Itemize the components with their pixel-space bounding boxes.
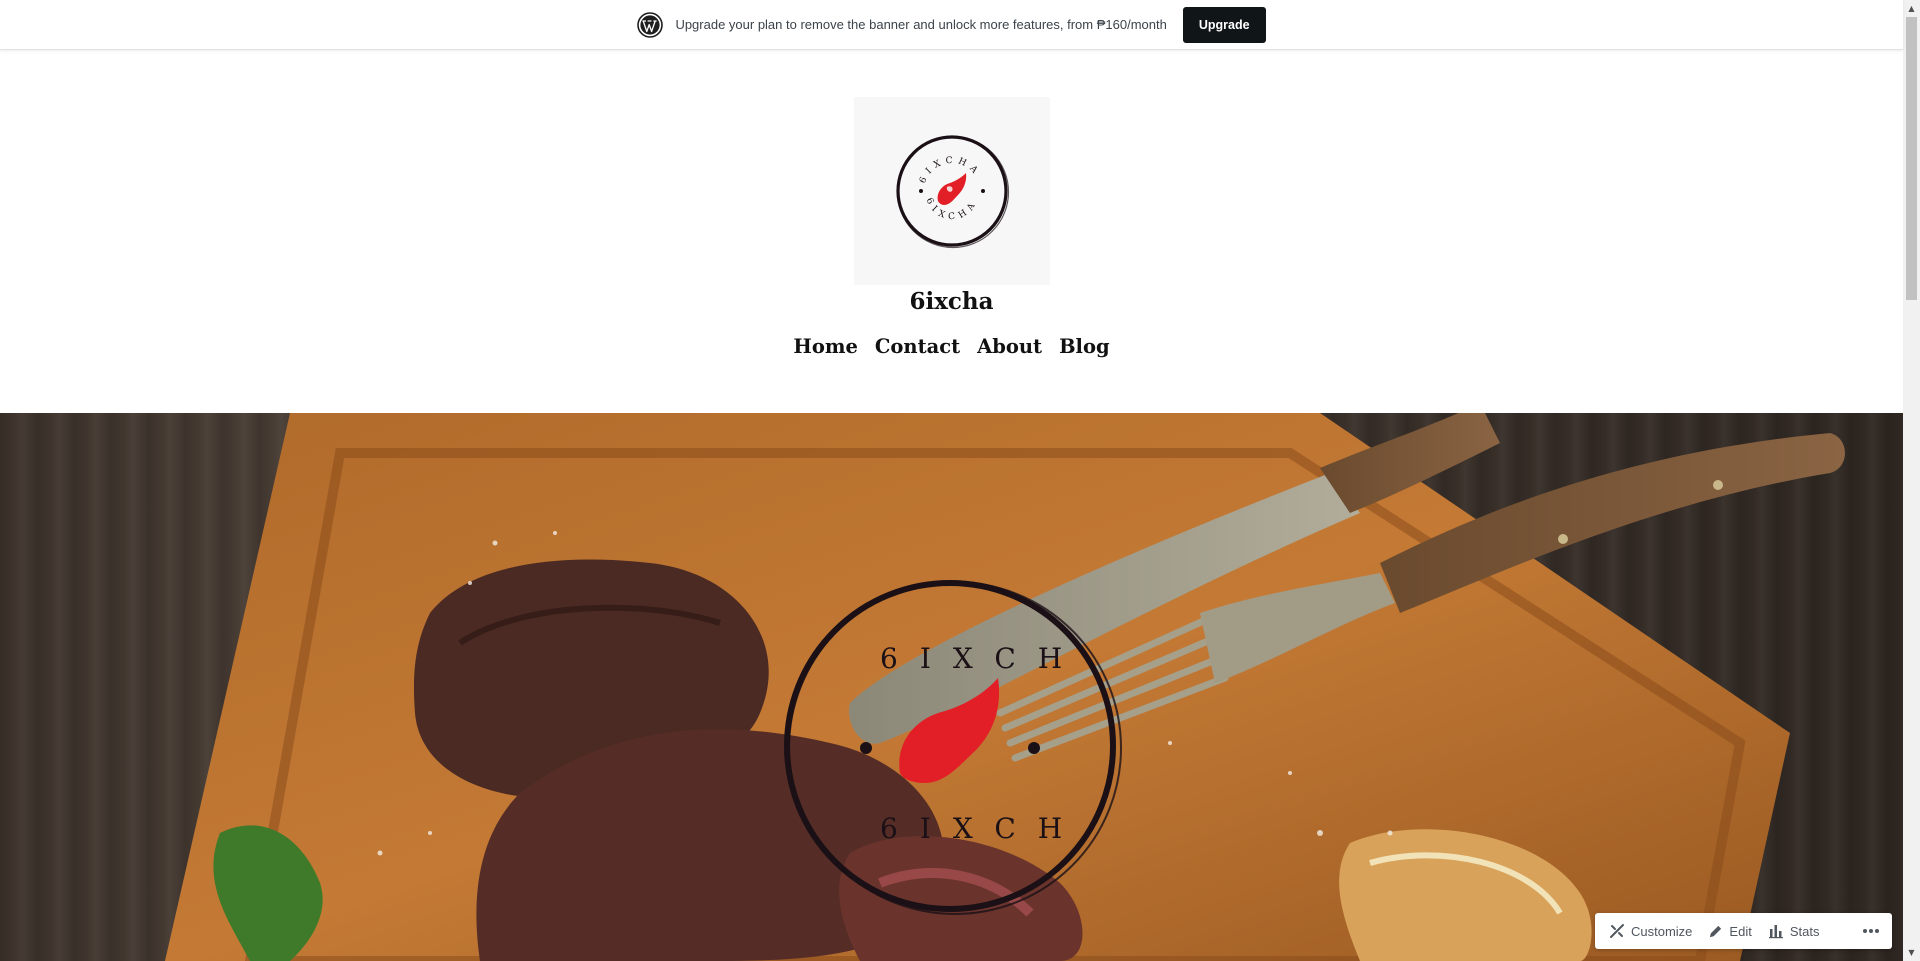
nav-item-about[interactable]: About — [977, 335, 1042, 358]
pencil-icon — [1710, 925, 1722, 937]
svg-text:6IXCHA: 6IXCHA — [918, 156, 982, 185]
site-header: 6IXCHA 6IXCHA 6ixcha Home Contact About … — [0, 50, 1903, 413]
upgrade-button[interactable]: Upgrade — [1182, 6, 1266, 43]
vertical-scrollbar[interactable]: ▲ ▼ — [1903, 0, 1920, 961]
bar-chart-icon — [1768, 925, 1783, 939]
customize-tools-icon — [1610, 924, 1624, 938]
hero-logo-text-bottom: 6IXCH — [880, 812, 1084, 845]
scroll-up-arrow[interactable]: ▲ — [1903, 0, 1920, 17]
wordpress-logo-icon[interactable] — [637, 11, 664, 38]
customize-label: Customize — [1631, 923, 1693, 939]
more-options-button[interactable] — [1856, 913, 1886, 949]
logo-arc-text-top: 6IXCHA — [918, 156, 977, 185]
hero-scene: 6IXCH 6IXCH — [165, 413, 1845, 961]
admin-toolbar: Customize Edit Stats — [1595, 913, 1892, 949]
site-logo[interactable]: 6IXCHA 6IXCHA — [854, 97, 1050, 285]
hero-image: 6IXCH 6IXCH — [0, 413, 1903, 961]
site-logo-emblem: 6IXCHA 6IXCHA — [896, 135, 1010, 249]
stats-label: Stats — [1789, 923, 1820, 939]
nav-item-contact[interactable]: Contact — [875, 335, 960, 358]
edit-button[interactable]: Edit — [1700, 913, 1759, 949]
stats-button[interactable]: Stats — [1760, 913, 1828, 949]
primary-nav: Home Contact About Blog — [0, 335, 1903, 358]
customize-button[interactable]: Customize — [1601, 913, 1700, 949]
site-title[interactable]: 6ixcha — [0, 288, 1903, 315]
upgrade-banner-content: Upgrade your plan to remove the banner a… — [637, 6, 1266, 43]
scrollbar-thumb[interactable] — [1906, 17, 1917, 300]
ellipsis-icon — [1863, 929, 1879, 933]
upgrade-banner-message: Upgrade your plan to remove the banner a… — [675, 17, 1167, 32]
nav-item-home[interactable]: Home — [793, 335, 857, 358]
hero-logo-text-top: 6IXCH — [880, 642, 1084, 675]
nav-item-blog[interactable]: Blog — [1059, 335, 1110, 358]
upgrade-banner: Upgrade your plan to remove the banner a… — [0, 0, 1903, 50]
edit-label: Edit — [1729, 923, 1752, 939]
scroll-down-arrow[interactable]: ▼ — [1903, 944, 1920, 961]
